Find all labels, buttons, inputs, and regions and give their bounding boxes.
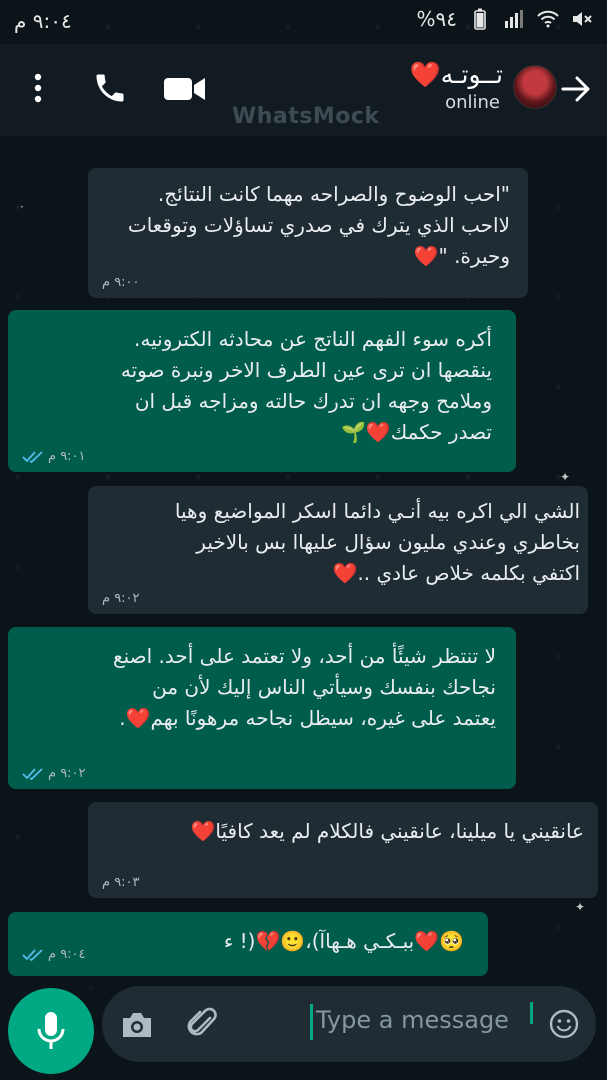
message-time: ٩:٠٠ م: [102, 275, 140, 290]
message-text: لا تنتظر شيئًأ من أحد، ولا تعتمد على أحد…: [112, 644, 496, 730]
status-bar: ٩:٠٤ م %٩٤: [0, 0, 607, 42]
message-time: ٩:٠١ م: [48, 449, 86, 464]
message-time: ٩:٠٢ م: [48, 766, 86, 781]
message-meta: ٩:٠١ م: [22, 449, 86, 464]
message-meta: ٩:٠٠ م: [102, 275, 140, 290]
chat-header: WhatsMock تــوتـه❤️ online: [0, 44, 607, 136]
message-input[interactable]: Type a message: [316, 1006, 509, 1034]
message-text: "احب الوضوح والصراحه مهما كانت النتائج. …: [127, 182, 510, 268]
message-time: ٩:٠٣ م: [102, 875, 140, 890]
read-ticks-icon: [22, 948, 43, 961]
message-meta: ٩:٠٣ م: [102, 875, 140, 890]
avatar[interactable]: [513, 65, 557, 109]
message-time: ٩:٠٢ م: [102, 591, 140, 606]
message-meta: ٩:٠٢ م: [22, 766, 86, 781]
read-ticks-icon: [22, 767, 43, 780]
message-outgoing[interactable]: 🥺❤️ببـكـي هـهاآ)،🙂💔(! ء ٩:٠٤ م: [8, 912, 488, 976]
snowflake-decoration: ✦: [575, 900, 586, 914]
message-composer: Type a message: [102, 986, 596, 1062]
text-cursor: [310, 1004, 313, 1040]
battery-icon: [469, 8, 491, 30]
snowflake-decoration: ✦: [560, 470, 571, 484]
message-text: أكره سوء الفهم الناتج عن محادثه الكتروني…: [120, 327, 492, 444]
message-time: ٩:٠٤ م: [48, 947, 86, 962]
status-time: ٩:٠٤ م: [14, 9, 72, 33]
message-incoming[interactable]: "احب الوضوح والصراحه مهما كانت النتائج. …: [88, 168, 528, 298]
watermark: WhatsMock: [232, 104, 380, 129]
snowflake-decoration: ·: [20, 200, 24, 214]
voice-call-icon[interactable]: [92, 70, 128, 106]
message-outgoing[interactable]: لا تنتظر شيئًأ من أحد، ولا تعتمد على أحد…: [8, 627, 516, 789]
message-incoming[interactable]: الشي الي اكره بيه أنـي دائما اسكر المواض…: [88, 486, 588, 614]
message-text: 🥺❤️ببـكـي هـهاآ)،🙂💔(! ء: [223, 929, 464, 953]
contact-name[interactable]: تــوتـه❤️: [410, 60, 503, 90]
message-meta: ٩:٠٤ م: [22, 947, 86, 962]
camera-icon[interactable]: [120, 1010, 154, 1040]
contact-status: online: [445, 92, 500, 113]
message-incoming[interactable]: عانقيني يا ميلينا، عانقيني فالكلام لم يع…: [88, 802, 598, 898]
back-arrow-icon[interactable]: [559, 72, 593, 106]
menu-icon[interactable]: [26, 70, 50, 106]
battery-level: %٩٤: [416, 7, 458, 31]
emoji-icon[interactable]: [548, 1008, 580, 1040]
mic-button[interactable]: [8, 988, 94, 1074]
wifi-icon: [537, 8, 559, 30]
mic-icon: [37, 1012, 65, 1049]
message-text: عانقيني يا ميلينا، عانقيني فالكلام لم يع…: [190, 819, 585, 843]
message-meta: ٩:٠٢ م: [102, 591, 140, 606]
signal-icon: [503, 8, 525, 30]
mute-icon: [571, 8, 593, 30]
message-text: الشي الي اكره بيه أنـي دائما اسكر المواض…: [174, 499, 580, 585]
text-cursor: [530, 1002, 533, 1024]
status-icons: %٩٤: [417, 7, 594, 31]
message-outgoing[interactable]: أكره سوء الفهم الناتج عن محادثه الكتروني…: [8, 310, 516, 472]
read-ticks-icon: [22, 450, 43, 463]
attach-icon[interactable]: [186, 1006, 218, 1042]
video-call-icon[interactable]: [162, 70, 208, 106]
